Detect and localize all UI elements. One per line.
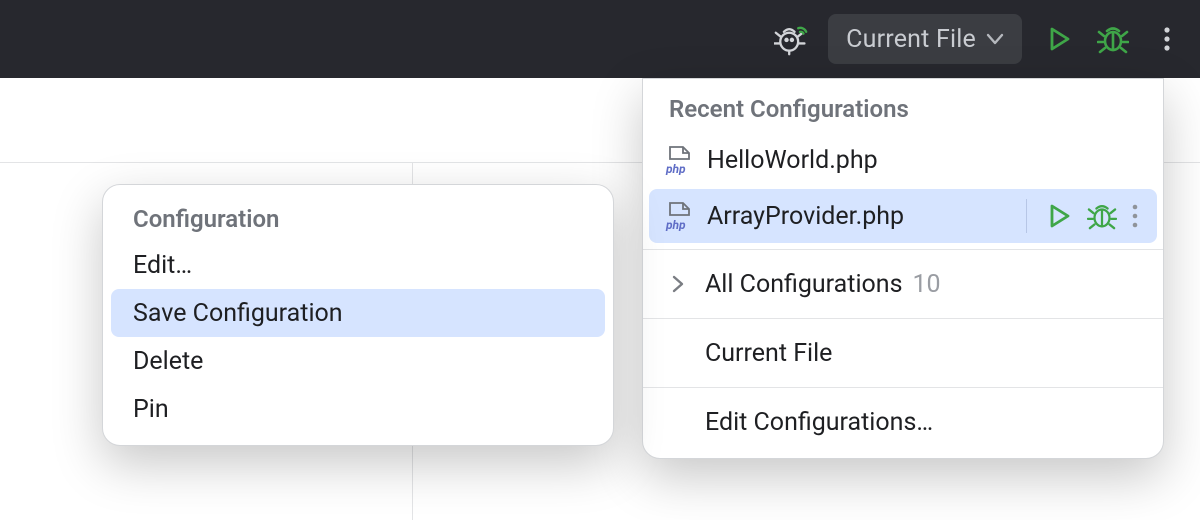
run-config-label: Current File <box>846 25 976 54</box>
submenu-heading: Configuration <box>103 195 613 241</box>
submenu-edit[interactable]: Edit… <box>103 241 613 289</box>
recent-config-item[interactable]: php HelloWorld.php <box>643 133 1163 187</box>
chevron-down-icon <box>986 32 1004 46</box>
config-name: ArrayProvider.php <box>707 202 1026 231</box>
dev-services-icon[interactable] <box>774 22 808 56</box>
submenu-save-configuration[interactable]: Save Configuration <box>111 289 605 337</box>
all-configs-label: All Configurations <box>705 270 903 299</box>
inline-run-button[interactable] <box>1045 202 1073 230</box>
play-icon <box>1045 25 1073 53</box>
svg-text:php: php <box>665 218 686 231</box>
submenu-delete[interactable]: Delete <box>103 337 613 385</box>
run-config-dropdown: Recent Configurations php HelloWorld.php… <box>642 78 1164 459</box>
chevron-right-icon <box>671 274 685 294</box>
bug-icon <box>1087 201 1117 231</box>
php-file-icon: php <box>665 145 693 175</box>
all-configurations-item[interactable]: All Configurations 10 <box>643 256 1163 312</box>
svg-text:php: php <box>665 162 686 175</box>
debug-button[interactable] <box>1096 22 1130 56</box>
run-config-selector[interactable]: Current File <box>828 14 1022 64</box>
configuration-submenu: Configuration Edit… Save Configuration D… <box>102 184 614 446</box>
all-configs-count: 10 <box>913 270 941 299</box>
recent-config-item-selected[interactable]: php ArrayProvider.php <box>649 189 1157 243</box>
run-button[interactable] <box>1042 22 1076 56</box>
current-file-item[interactable]: Current File <box>643 325 1163 381</box>
inline-more-button[interactable] <box>1131 203 1139 229</box>
edit-configurations-item[interactable]: Edit Configurations… <box>643 394 1163 450</box>
submenu-pin[interactable]: Pin <box>103 385 613 433</box>
kebab-icon <box>1163 25 1171 53</box>
toolbar: Current File <box>0 0 1200 78</box>
more-button[interactable] <box>1150 22 1184 56</box>
php-file-icon: php <box>665 201 693 231</box>
inline-debug-button[interactable] <box>1087 201 1117 231</box>
play-icon <box>1045 202 1073 230</box>
recent-configs-heading: Recent Configurations <box>643 87 1163 133</box>
config-name: HelloWorld.php <box>707 146 1163 175</box>
kebab-icon <box>1131 203 1139 229</box>
bug-icon <box>1097 23 1129 55</box>
